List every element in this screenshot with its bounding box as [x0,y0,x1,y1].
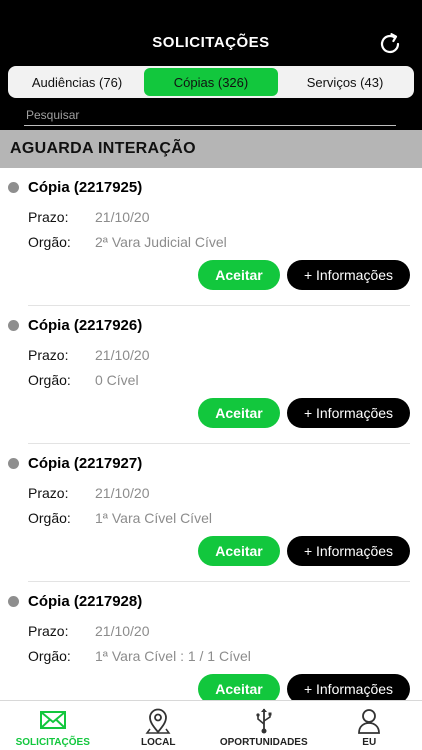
status-dot [8,596,19,607]
user-icon [358,709,381,734]
item-title: Cópia (2217926) [28,317,143,334]
nav-solicitacoes[interactable]: SOLICITAÇÕES [0,701,106,750]
request-list[interactable]: Cópia (2217925) Prazo: 21/10/20 Orgão: 2… [0,168,422,700]
prazo-value: 21/10/20 [95,623,150,639]
orgao-label: Orgão: [28,648,71,664]
orgao-label: Orgão: [28,234,71,250]
status-dot [8,458,19,469]
status-dot [8,182,19,193]
nav-local[interactable]: LOCAL [106,701,212,750]
search-bar [24,106,396,126]
envelope-icon [39,711,66,729]
more-info-button[interactable]: + Informações [287,260,410,290]
prazo-label: Prazo: [28,347,69,363]
orgao-value: 0 Cível [95,372,139,388]
prazo-value: 21/10/20 [95,485,150,501]
nav-label: SOLICITAÇÕES [15,737,90,748]
prazo-label: Prazo: [28,485,69,501]
more-info-button[interactable]: + Informações [287,398,410,428]
accept-button[interactable]: Aceitar [198,260,280,290]
orgao-label: Orgão: [28,372,71,388]
item-title: Cópia (2217925) [28,179,143,196]
section-header: AGUARDA INTERAÇÃO [0,130,422,168]
bottom-nav: SOLICITAÇÕES LOCAL OPORTUNIDADES EU [0,700,422,750]
item-title: Cópia (2217927) [28,455,143,472]
item-title: Cópia (2217928) [28,593,143,610]
status-dot [8,320,19,331]
orgao-value: 2ª Vara Judicial Cível [95,234,227,250]
usb-icon [256,708,272,734]
list-item: Cópia (2217926) Prazo: 21/10/20 Orgão: 0… [0,306,422,444]
nav-label: EU [362,737,377,748]
map-pin-icon [145,708,171,734]
page-title: SOLICITAÇÕES [152,34,270,51]
prazo-value: 21/10/20 [95,347,150,363]
tab-servicos[interactable]: Serviços (43) [278,68,412,96]
orgao-label: Orgão: [28,510,71,526]
accept-button[interactable]: Aceitar [198,536,280,566]
prazo-value: 21/10/20 [95,209,150,225]
request-type-tabs: Audiências (76) Cópias (326) Serviços (4… [8,66,414,98]
accept-button[interactable]: Aceitar [198,674,280,700]
nav-label: LOCAL [141,737,176,748]
accept-button[interactable]: Aceitar [198,398,280,428]
list-item: Cópia (2217928) Prazo: 21/10/20 Orgão: 1… [0,582,422,700]
tab-audiencias[interactable]: Audiências (76) [10,68,144,96]
prazo-label: Prazo: [28,623,69,639]
search-input[interactable] [24,106,396,124]
more-info-button[interactable]: + Informações [287,674,410,700]
orgao-value: 1ª Vara Cível Cível [95,510,212,526]
tab-copias[interactable]: Cópias (326) [144,68,278,96]
prazo-label: Prazo: [28,209,69,225]
section-title: AGUARDA INTERAÇÃO [10,140,196,157]
nav-label: OPORTUNIDADES [219,737,308,748]
nav-eu[interactable]: EU [317,701,422,750]
list-item: Cópia (2217927) Prazo: 21/10/20 Orgão: 1… [0,444,422,582]
list-item: Cópia (2217925) Prazo: 21/10/20 Orgão: 2… [0,168,422,306]
refresh-icon[interactable] [376,30,404,58]
nav-oportunidades[interactable]: OPORTUNIDADES [211,701,317,750]
orgao-value: 1ª Vara Cível : 1 / 1 Cível [95,648,251,664]
more-info-button[interactable]: + Informações [287,536,410,566]
